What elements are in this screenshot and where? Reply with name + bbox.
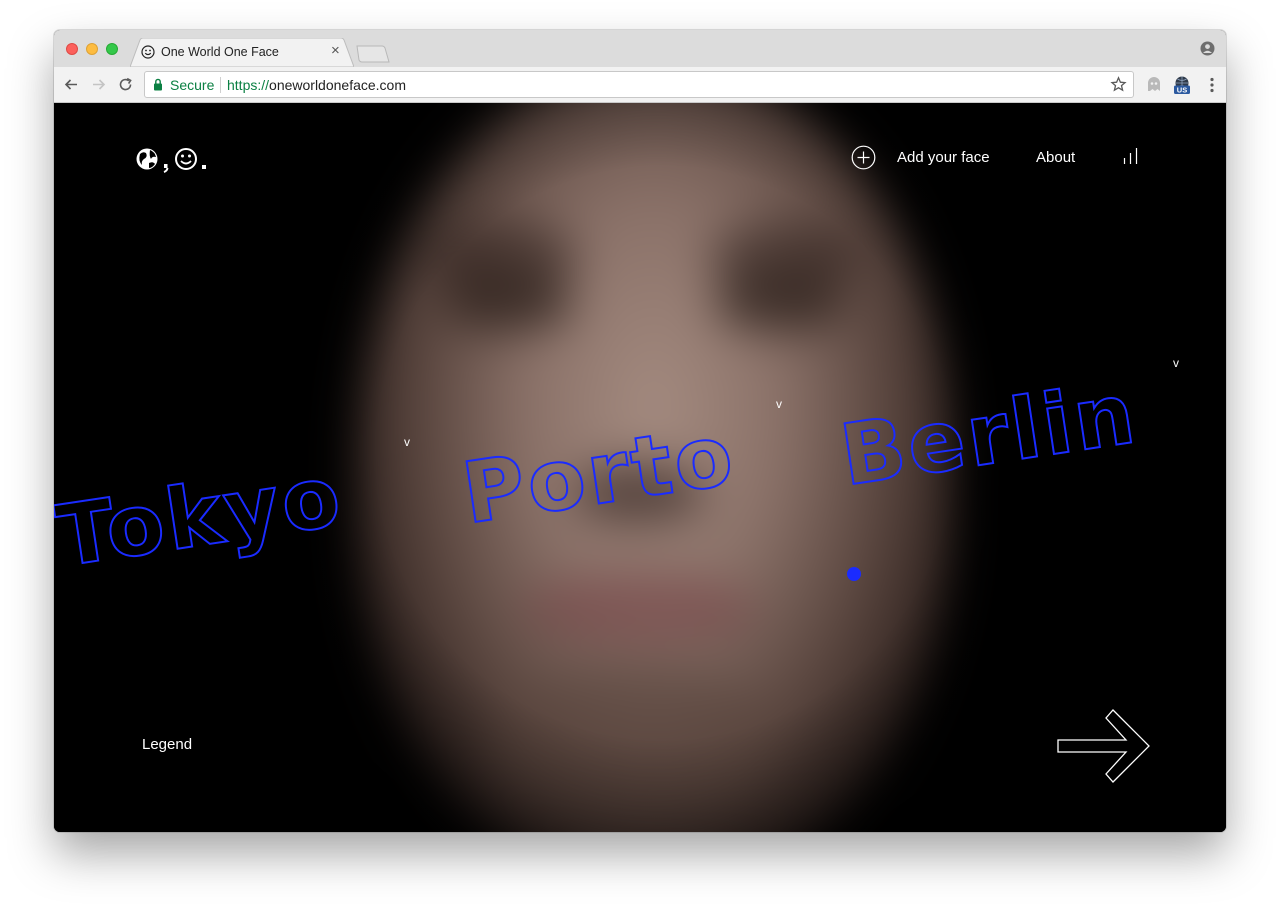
- city-caret-berlin[interactable]: v: [1173, 356, 1179, 370]
- tab-close-icon[interactable]: ×: [331, 43, 340, 59]
- city-label-porto[interactable]: Porto: [455, 404, 742, 543]
- tab-active[interactable]: One World One Face ×: [130, 38, 354, 67]
- maximize-window-button[interactable]: [106, 43, 118, 55]
- page-content: Add your face About Tokyo Porto Berlin v…: [54, 103, 1226, 832]
- location-dot[interactable]: [847, 567, 861, 581]
- extension-badge: US: [1177, 85, 1187, 94]
- bookmark-star-icon[interactable]: [1110, 76, 1127, 93]
- browser-menu-icon[interactable]: [1210, 77, 1214, 93]
- secure-label: Secure: [170, 77, 215, 93]
- city-caret-porto[interactable]: v: [776, 397, 782, 411]
- smiley-favicon-icon: [141, 45, 155, 59]
- url-text[interactable]: https://oneworldoneface.com: [227, 77, 406, 93]
- url-host: oneworldoneface.com: [269, 77, 407, 93]
- forward-arrow-icon[interactable]: [90, 76, 107, 93]
- next-arrow-icon[interactable]: [1056, 706, 1152, 786]
- omnibox-separator: [220, 77, 221, 93]
- city-label-tokyo[interactable]: Tokyo: [54, 445, 350, 586]
- back-arrow-icon[interactable]: [63, 76, 80, 93]
- address-bar[interactable]: Secure https://oneworldoneface.com: [144, 71, 1134, 98]
- city-caret-tokyo[interactable]: v: [404, 435, 410, 449]
- close-window-button[interactable]: [66, 43, 78, 55]
- lock-icon: [154, 78, 162, 91]
- new-tab-button[interactable]: [356, 45, 390, 63]
- city-label-berlin[interactable]: Berlin: [833, 363, 1144, 506]
- tab-title: One World One Face: [161, 45, 279, 59]
- legend-link[interactable]: Legend: [142, 736, 192, 753]
- reload-icon[interactable]: [117, 76, 134, 93]
- tab-bar: One World One Face ×: [54, 30, 1226, 67]
- vpn-us-extension-icon[interactable]: US: [1172, 75, 1192, 95]
- city-labels-layer: Tokyo Porto Berlin: [54, 363, 1144, 587]
- ghost-extension-icon[interactable]: [1144, 75, 1164, 95]
- minimize-window-button[interactable]: [86, 43, 98, 55]
- url-scheme: https://: [227, 77, 270, 93]
- browser-toolbar: Secure https://oneworldoneface.com US: [54, 67, 1226, 103]
- profile-icon[interactable]: [1200, 41, 1215, 56]
- browser-window: One World One Face × Secure https://onew…: [54, 30, 1226, 832]
